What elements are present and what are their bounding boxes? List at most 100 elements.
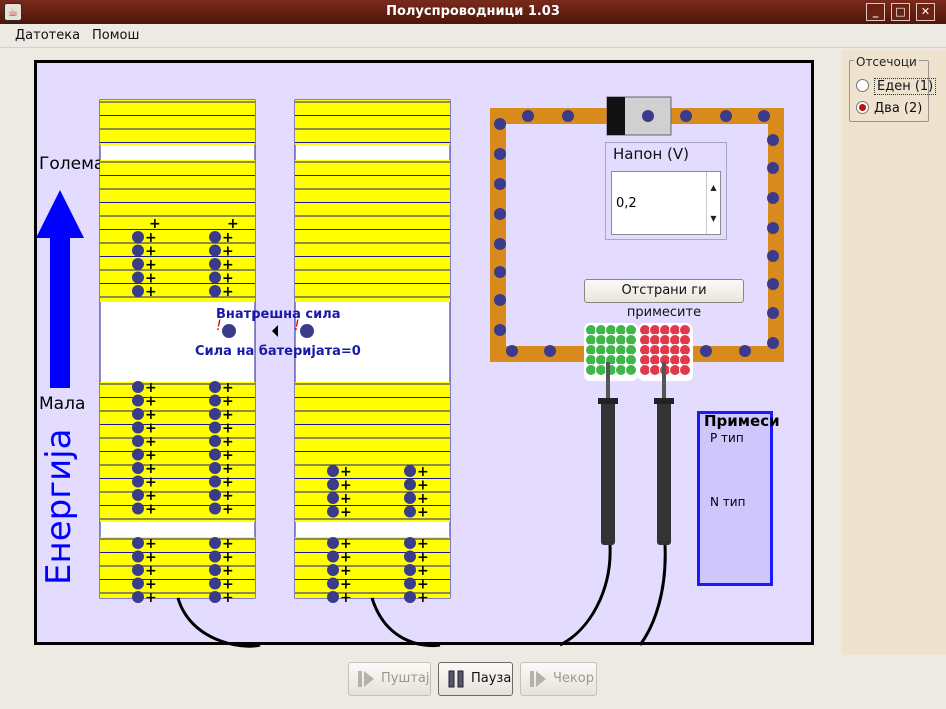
dopant-atom bbox=[615, 344, 627, 356]
electron bbox=[209, 435, 221, 447]
internal-force-label: Внатрешна сила bbox=[216, 307, 341, 322]
dopant-atom bbox=[585, 324, 597, 336]
dopant-atom bbox=[605, 344, 617, 356]
probe-cable-right2 bbox=[638, 544, 667, 646]
pause-button[interactable]: Пауза bbox=[438, 662, 513, 696]
electron bbox=[209, 285, 221, 297]
voltage-down-button[interactable]: ▼ bbox=[707, 203, 720, 234]
gap-electron-left bbox=[222, 324, 236, 338]
wire-electron bbox=[494, 148, 506, 160]
energy-band bbox=[295, 160, 450, 302]
remove-dopants-button[interactable]: Отстрани ги примесите bbox=[584, 279, 744, 320]
electron bbox=[404, 591, 416, 603]
electron bbox=[209, 550, 221, 563]
dopant-atom bbox=[669, 334, 681, 346]
electron bbox=[209, 591, 221, 603]
dopant-atom bbox=[595, 344, 607, 356]
n-dopant-block bbox=[584, 323, 638, 381]
warning-mark-left: ! bbox=[216, 318, 222, 334]
wire-electron bbox=[642, 110, 654, 122]
wire-electron bbox=[522, 110, 534, 122]
electron bbox=[132, 564, 144, 576]
hole-plus: + bbox=[417, 590, 429, 606]
dopant-atom bbox=[649, 334, 661, 346]
battery-icon bbox=[606, 96, 672, 136]
electron bbox=[327, 492, 339, 504]
energy-high-label: Голема bbox=[39, 154, 104, 174]
electron bbox=[209, 564, 221, 576]
dopant-atom bbox=[585, 364, 597, 376]
electron bbox=[132, 550, 144, 563]
electron bbox=[327, 577, 339, 590]
electron bbox=[209, 244, 221, 257]
dopant-atom bbox=[639, 334, 651, 346]
dopant-atom bbox=[595, 324, 607, 336]
energy-band bbox=[100, 100, 255, 145]
wire-electron bbox=[700, 345, 712, 357]
voltage-up-button[interactable]: ▲ bbox=[707, 172, 720, 203]
energy-band bbox=[295, 100, 450, 145]
dopant-atom bbox=[639, 324, 651, 336]
electron bbox=[327, 465, 339, 477]
hole-plus: + bbox=[340, 505, 352, 521]
step-button[interactable]: Чекор bbox=[520, 662, 597, 696]
dopant-atom bbox=[649, 344, 661, 356]
wire-electron bbox=[767, 222, 779, 234]
play-button[interactable]: Пуштај bbox=[348, 662, 431, 696]
electron bbox=[209, 381, 221, 393]
dopant-atom bbox=[679, 324, 691, 336]
electron bbox=[132, 271, 144, 284]
play-icon bbox=[358, 671, 374, 687]
electron bbox=[209, 577, 221, 590]
hole-plus: + bbox=[145, 502, 157, 518]
dopant-atom bbox=[585, 354, 597, 366]
warning-mark-right: ! bbox=[294, 318, 300, 334]
dopant-atom bbox=[649, 364, 661, 376]
electron bbox=[132, 489, 144, 501]
energy-axis-label: Енергија bbox=[39, 429, 79, 585]
electron bbox=[132, 577, 144, 590]
electron bbox=[132, 394, 144, 407]
electron bbox=[132, 537, 144, 549]
dopant-atom bbox=[649, 324, 661, 336]
dopant-atom bbox=[679, 364, 691, 376]
electron bbox=[209, 231, 221, 243]
hole-plus: + bbox=[227, 216, 239, 232]
battery-force-label: Сила на батеријата=0 bbox=[195, 344, 361, 359]
dopant-atom bbox=[585, 334, 597, 346]
dopant-atom bbox=[659, 334, 671, 346]
dopant-atom bbox=[679, 334, 691, 346]
electron bbox=[132, 448, 144, 461]
electron bbox=[404, 465, 416, 477]
electron bbox=[327, 537, 339, 549]
dopant-atom bbox=[639, 344, 651, 356]
hole-plus: + bbox=[340, 590, 352, 606]
electron bbox=[209, 271, 221, 284]
electron bbox=[132, 381, 144, 393]
voltage-legend: Напон (V) bbox=[611, 145, 691, 163]
dopant-atom bbox=[679, 354, 691, 366]
dopant-atom bbox=[595, 354, 607, 366]
pause-icon bbox=[448, 670, 464, 688]
energy-low-label: Мала bbox=[39, 394, 85, 414]
electron bbox=[132, 408, 144, 420]
dopant-atom bbox=[659, 344, 671, 356]
hole-plus: + bbox=[222, 284, 234, 300]
dopant-atom bbox=[585, 344, 597, 356]
voltage-input[interactable]: 0,2 bbox=[611, 171, 721, 235]
dopant-atom bbox=[605, 324, 617, 336]
wire-electron bbox=[767, 192, 779, 204]
dopant-atom bbox=[625, 324, 637, 336]
n-type-label: N тип bbox=[710, 495, 746, 509]
probe-cable-mid bbox=[370, 597, 441, 648]
probe-cable-left bbox=[176, 597, 261, 648]
wire-electron bbox=[680, 110, 692, 122]
dopant-atom bbox=[595, 334, 607, 346]
wire-electron bbox=[767, 307, 779, 319]
dopant-atom bbox=[669, 354, 681, 366]
wire-electron bbox=[767, 278, 779, 290]
p-type-label: P тип bbox=[710, 431, 744, 445]
electron bbox=[327, 564, 339, 576]
wire-electron bbox=[758, 110, 770, 122]
wire-electron bbox=[506, 345, 518, 357]
